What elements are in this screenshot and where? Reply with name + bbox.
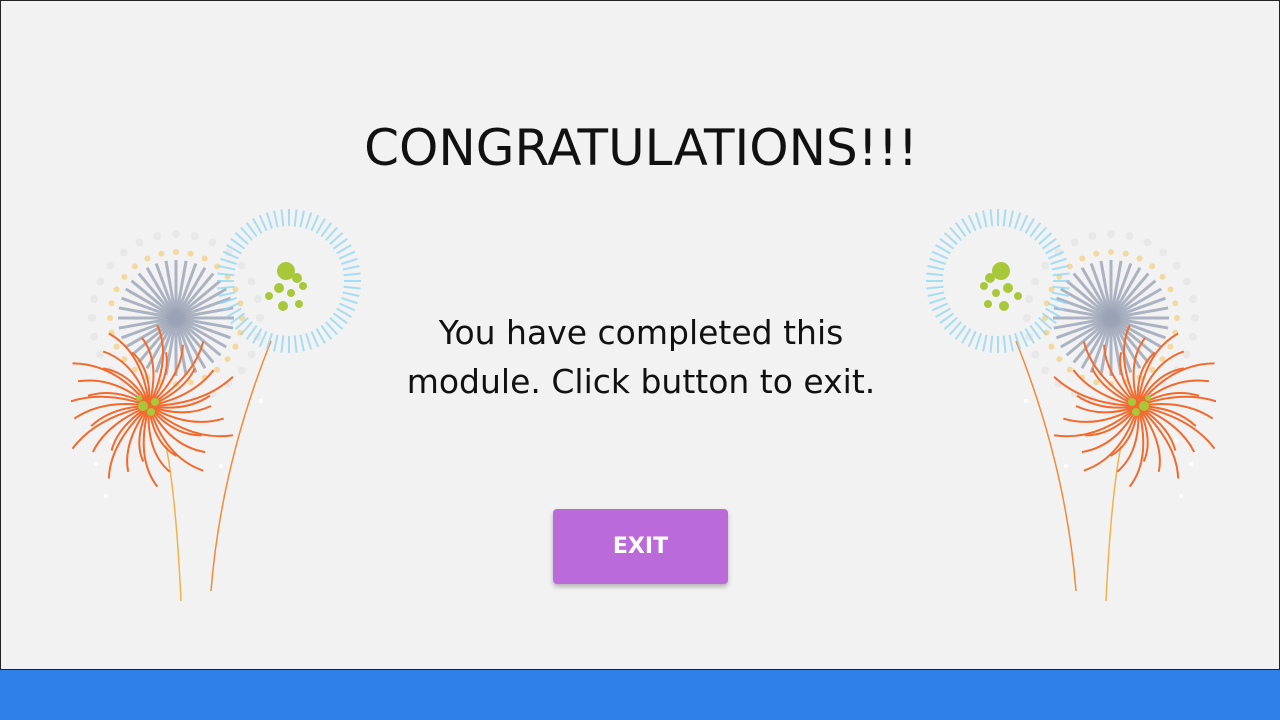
fireworks-left-icon [71,209,361,602]
course-slide: CONGRATULATIONS!!! You have completed th… [0,0,1280,670]
page-title: CONGRATULATIONS!!! [364,119,918,177]
exit-button[interactable]: EXIT [553,509,728,584]
footer-bar [0,670,1280,720]
completion-message: You have completed this module. Click bu… [406,313,876,401]
fireworks-right-icon [926,209,1216,602]
